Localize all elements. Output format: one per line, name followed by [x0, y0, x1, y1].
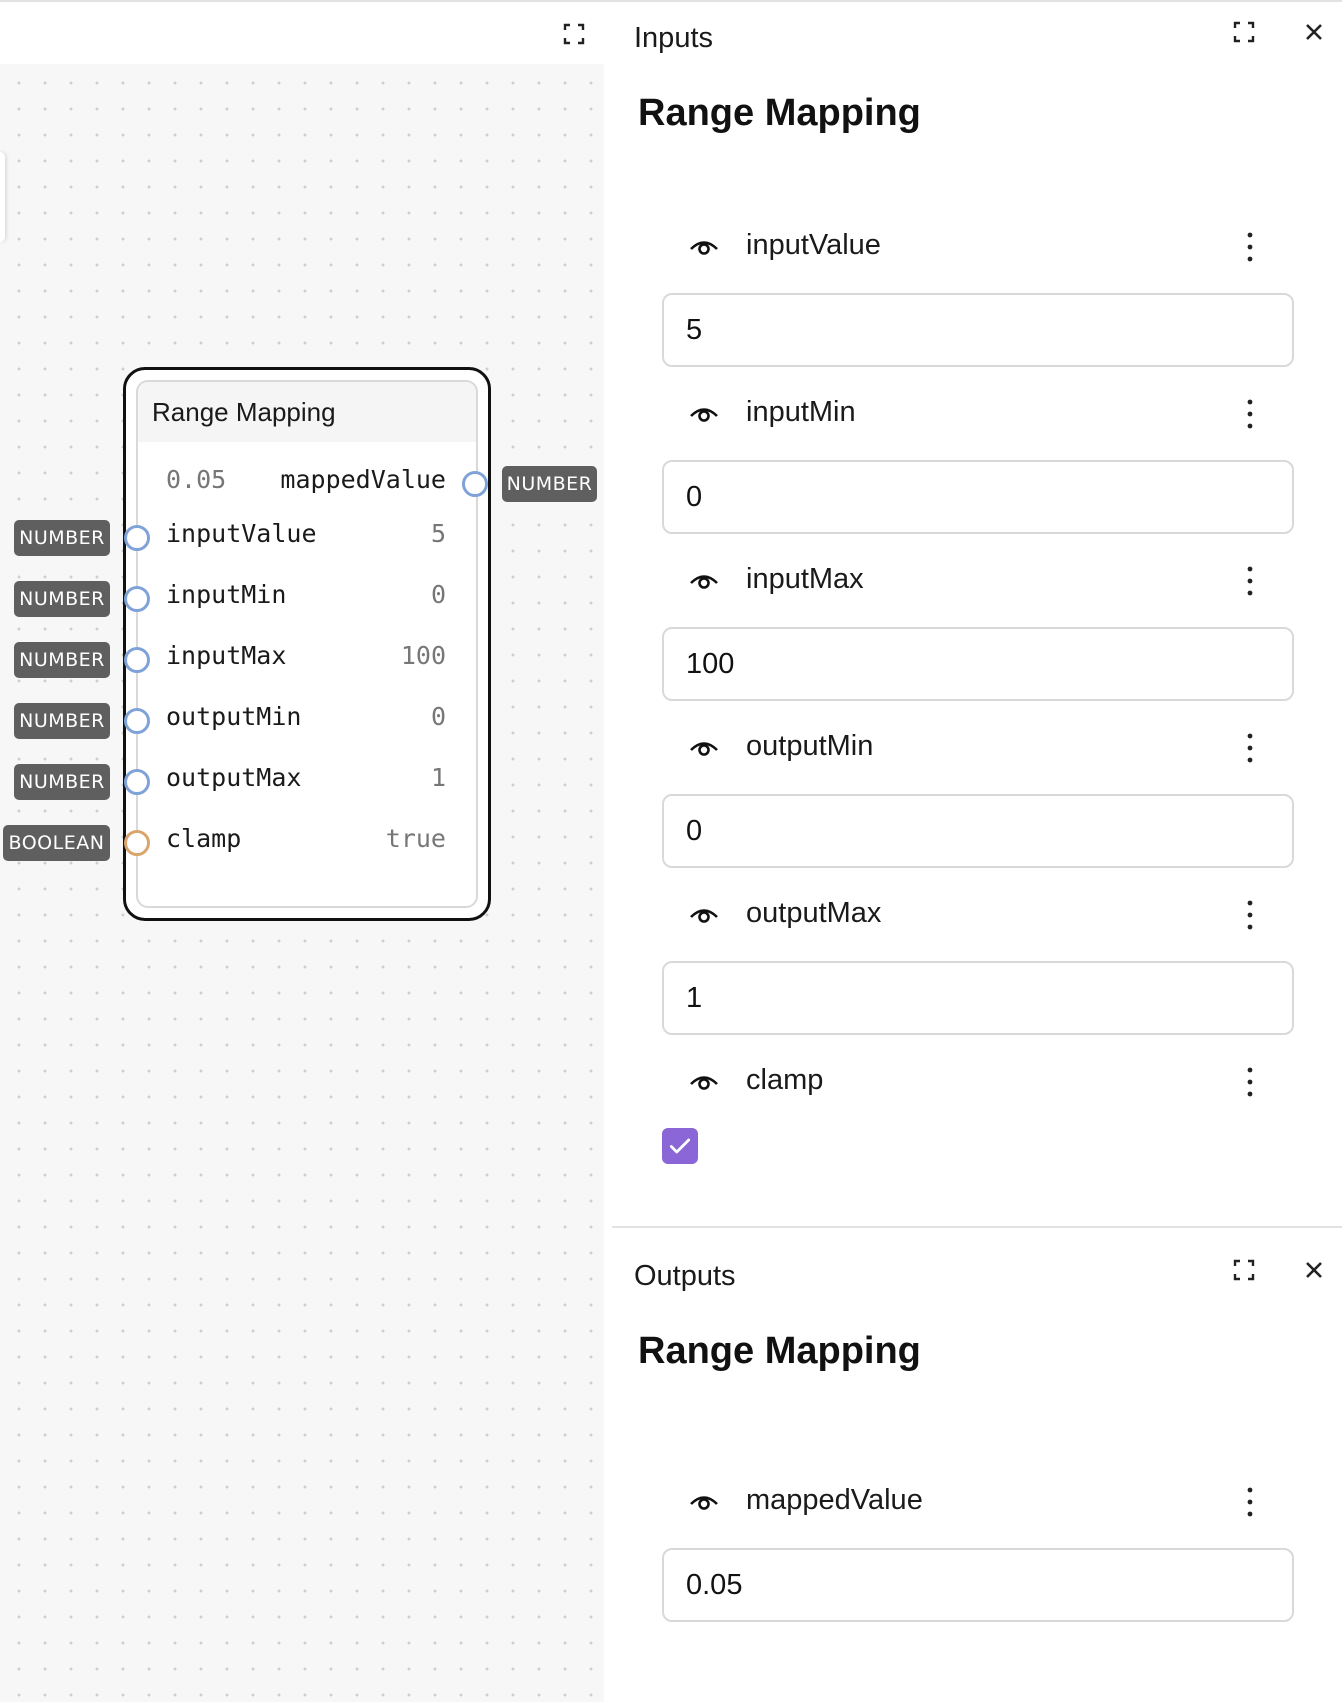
- close-icon: [1306, 24, 1322, 40]
- field-label: mappedValue: [746, 1484, 923, 1516]
- input-port-clamp[interactable]: [124, 830, 150, 856]
- node-input-value: true: [385, 823, 446, 853]
- node-input-row: inputMin 0: [138, 574, 476, 614]
- field-label: inputMax: [746, 563, 864, 595]
- node-input-name: clamp: [166, 823, 242, 853]
- node-input-row: inputValue 5: [138, 513, 476, 553]
- expand-icon: [563, 23, 585, 45]
- node-input-value: 5: [430, 518, 446, 548]
- node-input-value: 100: [400, 640, 446, 670]
- node-input-row: inputMax 100: [138, 635, 476, 675]
- node-input-value: 1: [430, 762, 446, 792]
- field-header: outputMin: [660, 728, 1260, 768]
- input-type-tag: BOOLEAN: [3, 825, 110, 861]
- panel-heading: Range Mapping: [638, 92, 921, 134]
- inputMin-field[interactable]: [662, 460, 1294, 534]
- input-type-tag: NUMBER: [14, 642, 110, 678]
- kebab-menu-icon[interactable]: [1244, 895, 1256, 935]
- kebab-menu-icon[interactable]: [1244, 227, 1256, 267]
- field-label: inputMin: [746, 396, 856, 428]
- eye-icon[interactable]: [688, 734, 720, 762]
- close-icon: [1306, 1262, 1322, 1278]
- node-input-value: 0: [430, 701, 446, 731]
- kebab-menu-icon[interactable]: [1244, 728, 1256, 768]
- panel-heading: Range Mapping: [638, 1330, 921, 1372]
- node-input-name: inputMin: [166, 579, 287, 609]
- panel-title: Inputs: [634, 22, 713, 54]
- eye-icon[interactable]: [688, 233, 720, 261]
- clamp-checkbox[interactable]: [662, 1128, 698, 1164]
- node-input-row: outputMin 0: [138, 696, 476, 736]
- input-port-inputMin[interactable]: [124, 586, 150, 612]
- inputs-close-button[interactable]: [1300, 18, 1328, 46]
- field-header: inputMax: [660, 561, 1260, 601]
- eye-icon[interactable]: [688, 1488, 720, 1516]
- panel-title: Outputs: [634, 1260, 736, 1292]
- field-label: outputMin: [746, 730, 874, 762]
- side-drawer-handle[interactable]: [0, 152, 5, 242]
- check-icon: [669, 1138, 691, 1154]
- inputMax-field[interactable]: [662, 627, 1294, 701]
- outputs-close-button[interactable]: [1300, 1256, 1328, 1284]
- field-label: clamp: [746, 1064, 824, 1096]
- field-header: inputMin: [660, 394, 1260, 434]
- kebab-menu-icon[interactable]: [1244, 1482, 1256, 1522]
- output-type-tag: NUMBER: [502, 466, 597, 502]
- field-header: clamp: [660, 1062, 1260, 1102]
- outputMin-field[interactable]: [662, 794, 1294, 868]
- input-type-tag: NUMBER: [14, 703, 110, 739]
- node-title: Range Mapping: [152, 396, 336, 427]
- node-input-name: outputMax: [166, 762, 302, 792]
- inputs-expand-button[interactable]: [1230, 18, 1258, 46]
- inputs-panel: Inputs Range Mapping inputValue inputMin…: [612, 2, 1342, 1226]
- input-type-tag: NUMBER: [14, 520, 110, 556]
- eye-icon[interactable]: [688, 901, 720, 929]
- kebab-menu-icon[interactable]: [1244, 394, 1256, 434]
- eye-icon[interactable]: [688, 567, 720, 595]
- input-port-outputMin[interactable]: [124, 708, 150, 734]
- node-output-row: 0.05 mappedValue: [138, 459, 476, 499]
- input-type-tag: NUMBER: [14, 764, 110, 800]
- canvas-toolbar: [0, 4, 604, 64]
- node-input-name: inputValue: [166, 518, 317, 548]
- field-label: outputMax: [746, 897, 882, 929]
- kebab-menu-icon[interactable]: [1244, 1062, 1256, 1102]
- node-input-value: 0: [430, 579, 446, 609]
- input-port-inputValue[interactable]: [124, 525, 150, 551]
- outputMax-field[interactable]: [662, 961, 1294, 1035]
- expand-icon: [1233, 21, 1255, 43]
- field-header: outputMax: [660, 895, 1260, 935]
- kebab-menu-icon[interactable]: [1244, 561, 1256, 601]
- input-port-outputMax[interactable]: [124, 769, 150, 795]
- outputs-expand-button[interactable]: [1230, 1256, 1258, 1284]
- output-port-mappedValue[interactable]: [462, 471, 488, 497]
- expand-icon: [1233, 1259, 1255, 1281]
- outputs-panel: Outputs Range Mapping mappedValue: [612, 1228, 1342, 1702]
- node-output-name: mappedValue: [280, 464, 446, 494]
- mappedValue-field[interactable]: [662, 1548, 1294, 1622]
- field-header: mappedValue: [660, 1482, 1260, 1522]
- inputValue-field[interactable]: [662, 293, 1294, 367]
- eye-icon[interactable]: [688, 1068, 720, 1096]
- input-type-tag: NUMBER: [14, 581, 110, 617]
- range-mapping-node[interactable]: Range Mapping 0.05 mappedValue inputValu…: [123, 367, 491, 921]
- node-input-name: inputMax: [166, 640, 287, 670]
- node-input-row: clamp true: [138, 818, 476, 858]
- field-label: inputValue: [746, 229, 881, 261]
- canvas-pane: Range Mapping 0.05 mappedValue inputValu…: [0, 0, 604, 1702]
- eye-icon[interactable]: [688, 400, 720, 428]
- input-port-inputMax[interactable]: [124, 647, 150, 673]
- node-output-value: 0.05: [166, 464, 227, 494]
- node-input-name: outputMin: [166, 701, 302, 731]
- field-header: inputValue: [660, 227, 1260, 267]
- node-input-row: outputMax 1: [138, 757, 476, 797]
- node-body: Range Mapping 0.05 mappedValue inputValu…: [136, 380, 478, 908]
- canvas-expand-button[interactable]: [560, 20, 588, 48]
- node-header[interactable]: Range Mapping: [138, 382, 476, 442]
